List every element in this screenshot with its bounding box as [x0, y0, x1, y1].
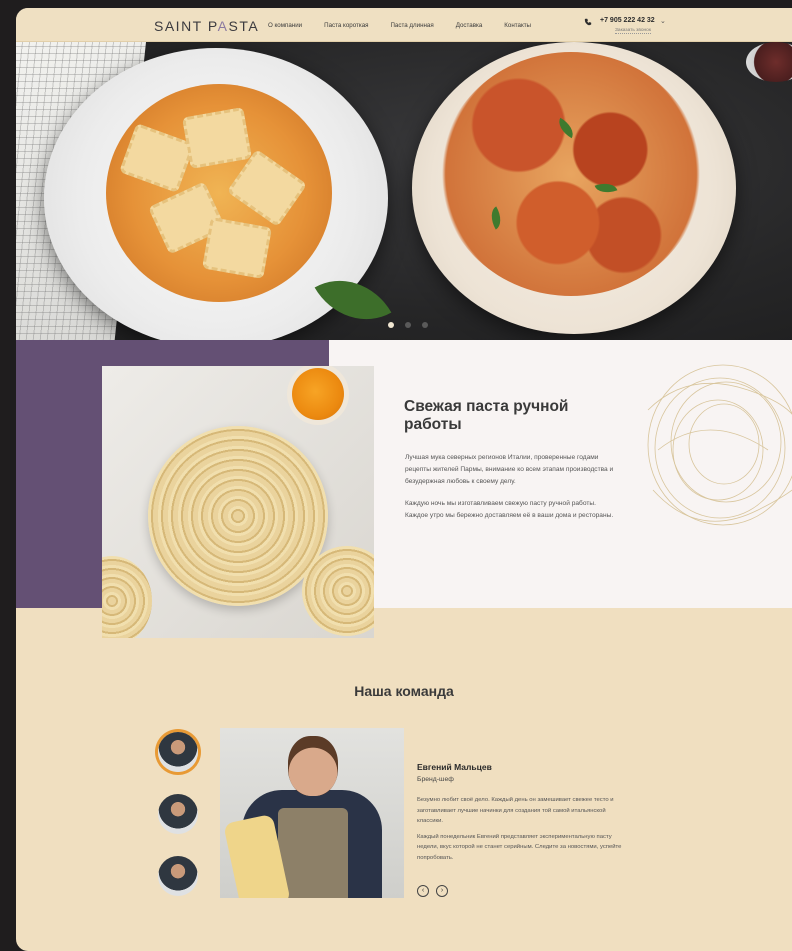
nav-item-delivery[interactable]: Доставка — [456, 22, 483, 29]
ravioli-piece — [181, 107, 253, 169]
phone-number[interactable]: +7 905 222 42 32 — [600, 17, 655, 24]
callback-link[interactable]: Заказать звонок — [615, 28, 651, 34]
bio-paragraph: Каждый понедельник Евгений представляет … — [417, 833, 622, 861]
about-section: Свежая паста ручной работы Лучшая мука с… — [16, 340, 792, 638]
slider-dot-3[interactable] — [422, 322, 428, 328]
team-member-photo — [220, 728, 404, 898]
member-bio: Безумно любит своё дело. Каждый день он … — [417, 795, 631, 868]
phone-icon — [584, 18, 592, 26]
fresh-pasta-photo — [102, 366, 374, 638]
about-paragraph: Каждую ночь мы изготавливаем свежую паст… — [405, 500, 614, 519]
pasta-nest — [148, 426, 328, 606]
team-avatar-3[interactable] — [158, 856, 198, 896]
logo[interactable]: SAINT PASTA — [154, 18, 259, 34]
main-nav: О компании Паста короткая Паста длинная … — [268, 22, 531, 29]
slider-dot-1[interactable] — [388, 322, 394, 328]
bowl-image — [746, 42, 792, 82]
nav-item-long-pasta[interactable]: Паста длинная — [390, 22, 433, 29]
bio-paragraph: Безумно любит своё дело. Каждый день он … — [417, 797, 614, 824]
about-paragraph: Лучшая мука северных регионов Италии, пр… — [405, 454, 614, 485]
site-header: SAINT PASTA О компании Паста короткая Па… — [16, 8, 792, 42]
pasta-line-art — [647, 364, 792, 526]
team-avatar-2[interactable] — [158, 794, 198, 834]
pappardelle-pasta — [440, 52, 702, 296]
member-name: Евгений Мальцев — [417, 762, 492, 772]
hero-slider — [16, 42, 792, 340]
member-role: Бренд-шеф — [417, 776, 454, 783]
egg-yolk — [292, 368, 344, 420]
nav-item-short-pasta[interactable]: Паста короткая — [324, 22, 368, 29]
team-avatar-1[interactable] — [158, 732, 198, 772]
about-title: Свежая паста ручной работы — [404, 398, 569, 433]
about-text: Лучшая мука северных регионов Италии, пр… — [405, 452, 615, 532]
nav-item-about[interactable]: О компании — [268, 22, 302, 29]
next-arrow-button[interactable]: › — [436, 885, 448, 897]
chef-head — [288, 736, 338, 796]
prev-arrow-button[interactable]: ‹ — [417, 885, 429, 897]
chevron-down-icon[interactable]: ⌄ — [660, 17, 666, 25]
slider-dots — [388, 322, 428, 328]
chef-apron — [278, 808, 348, 898]
slider-dot-2[interactable] — [405, 322, 411, 328]
page-frame: SAINT PASTA О компании Паста короткая Па… — [16, 8, 792, 951]
pasta-nest — [102, 556, 152, 638]
ravioli-piece — [201, 217, 273, 279]
nav-item-contacts[interactable]: Контакты — [504, 22, 531, 29]
team-title: Наша команда — [354, 683, 454, 699]
